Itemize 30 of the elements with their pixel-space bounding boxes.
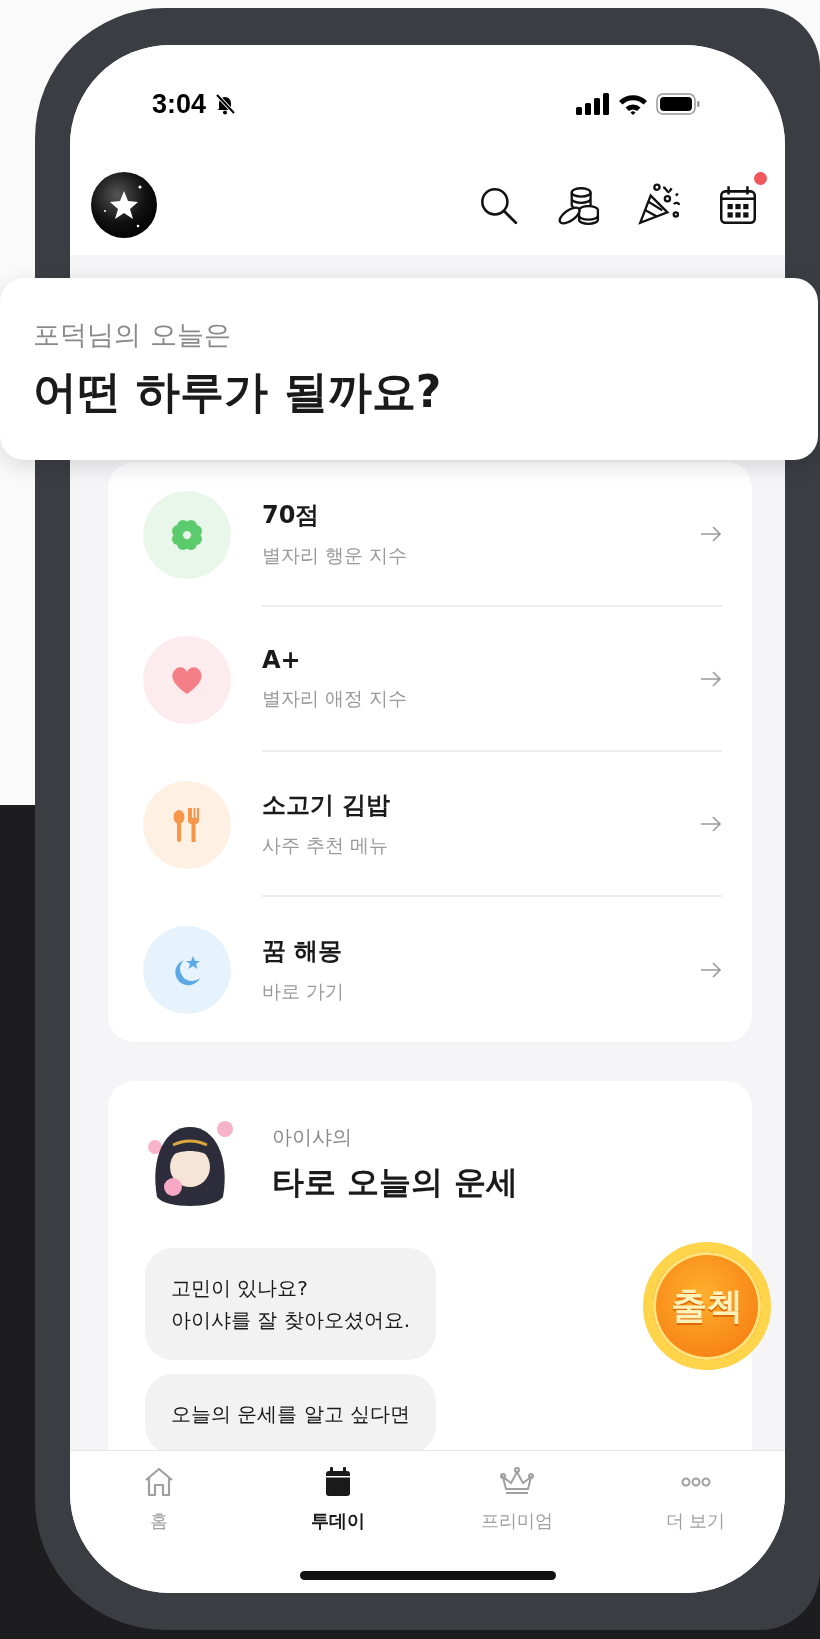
battery-icon [656, 93, 700, 115]
tab[interactable]: 투데이 [248, 1465, 428, 1533]
star-logo-icon [90, 171, 158, 239]
fortune-row[interactable]: 꿈 해몽 바로 가기 [108, 897, 752, 1042]
fortune-label: 바로 가기 [262, 978, 345, 1004]
banner-subtitle: 포덕님의 오늘은 [33, 317, 232, 352]
arrow-right-icon [700, 815, 722, 832]
party-popper-icon [636, 183, 680, 227]
arrow-right-icon [700, 670, 722, 687]
chat-bubble: 고민이 있나요? 아이샤를 잘 찾아오셨어요. [145, 1248, 437, 1360]
fortune-label: 사주 추천 메뉴 [262, 832, 390, 858]
chat-bubble: 오늘의 운세를 알고 싶다면 [145, 1374, 437, 1450]
signal-icon [576, 93, 610, 115]
tarot-title: 타로 오늘의 운세 [272, 1162, 519, 1203]
fortune-value: 꿈 해몽 [262, 935, 344, 967]
fortune-value: 소고기 김밥 [262, 789, 391, 821]
fortune-row[interactable]: A+ 별자리 애정 지수 [108, 607, 752, 752]
arrow-right-icon [700, 961, 722, 978]
wifi-icon [618, 93, 648, 115]
party-popper-button[interactable] [636, 183, 680, 227]
fortune-value: A+ [262, 645, 302, 674]
fortune-value: 70점 [262, 499, 321, 531]
tarot-caption: 아이샤의 [272, 1124, 353, 1151]
fortune-label: 별자리 행운 지수 [262, 542, 408, 568]
fortune-row[interactable]: 70점 별자리 행운 지수 [108, 462, 752, 607]
status-time: 3:04 [152, 88, 207, 120]
banner-title: 어떤 하루가 될까요? [33, 364, 443, 419]
fortune-label: 별자리 애정 지수 [262, 685, 408, 711]
arrow-right-icon [700, 525, 722, 542]
fortune-row[interactable]: 소고기 김밥 사주 추천 메뉴 [108, 752, 752, 897]
